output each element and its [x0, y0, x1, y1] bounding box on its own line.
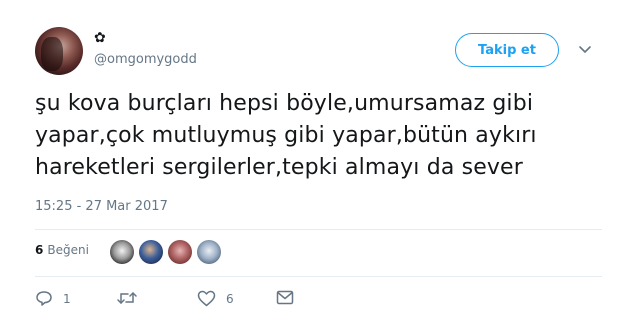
display-name[interactable]: ✿	[94, 30, 106, 46]
tweet-line: yapar,çok mutluymuş gibi yapar,bütün ayk…	[35, 123, 537, 148]
likes-summary[interactable]: 6 Beğeni	[35, 243, 89, 257]
reply-count: 1	[63, 291, 71, 306]
tweet-actions: 1 6	[35, 290, 335, 310]
direct-message-action[interactable]	[276, 290, 294, 305]
chevron-down-icon[interactable]	[578, 45, 592, 55]
tweet-timestamp[interactable]: 15:25 - 27 Mar 2017	[35, 199, 168, 214]
reply-icon	[36, 291, 52, 306]
retweet-icon	[117, 292, 137, 304]
follow-button[interactable]: Takip et	[455, 33, 559, 67]
like-action[interactable]: 6	[197, 290, 234, 307]
liker-avatar[interactable]	[139, 240, 163, 264]
retweet-action[interactable]	[117, 290, 147, 306]
divider	[35, 276, 602, 277]
envelope-icon	[276, 290, 294, 305]
like-count: 6	[226, 291, 234, 306]
divider	[35, 229, 602, 230]
avatar[interactable]	[35, 27, 83, 75]
liker-avatar[interactable]	[197, 240, 221, 264]
tweet-text: şu kova burçları hepsi böyle,umursamaz g…	[35, 88, 605, 184]
tweet-line: şu kova burçları hepsi böyle,umursamaz g…	[35, 91, 534, 116]
liker-avatar[interactable]	[168, 240, 192, 264]
liker-avatar[interactable]	[110, 240, 134, 264]
reply-action[interactable]: 1	[35, 290, 71, 307]
tweet-line: hareketleri sergilerler,tepki almayı da …	[35, 155, 523, 180]
username[interactable]: @omgomygodd	[94, 52, 197, 68]
likes-count: 6	[35, 243, 44, 257]
heart-icon	[197, 290, 216, 307]
likes-label: Beğeni	[47, 243, 89, 257]
